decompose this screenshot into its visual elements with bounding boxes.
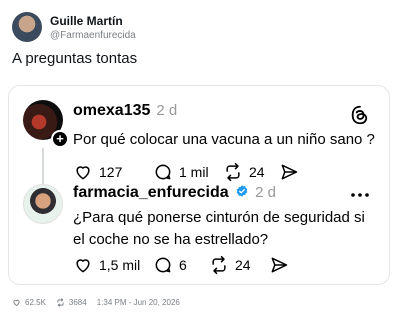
repost-icon [226, 162, 240, 182]
tweet-retweet-count: 3684 [68, 298, 87, 307]
tweet-text: A preguntas tontas [12, 50, 138, 67]
repost-button[interactable]: 24 [223, 161, 265, 183]
tweet-timestamp: 1:34 PM - Jun 20, 2026 [96, 298, 180, 307]
heart-icon [76, 166, 90, 180]
tweet-header: Guille Martín @Farmaenfurecida [12, 10, 388, 46]
share-button[interactable] [269, 254, 289, 276]
verified-badge-icon [236, 185, 248, 197]
repost-count: 24 [249, 164, 265, 180]
tweet-footer: 62.5K 3684 1:34 PM - Jun 20, 2026 [12, 298, 180, 307]
post-time: 2 d [255, 184, 276, 201]
comment-icon [155, 164, 171, 180]
threads-post-reply[interactable]: farmacia_enfurecida 2 d ¿Para qué poners… [9, 184, 389, 284]
like-count: 1,5 mil [99, 257, 141, 273]
share-button[interactable] [279, 161, 299, 183]
heart-icon[interactable] [12, 298, 21, 307]
comment-count: 6 [179, 257, 187, 273]
like-count: 127 [99, 164, 123, 180]
threads-logo-icon [351, 105, 368, 125]
tweet-like-count: 62.5K [25, 298, 46, 307]
repost-button[interactable]: 24 [209, 254, 251, 276]
comment-icon [155, 257, 171, 273]
send-icon [281, 164, 298, 180]
post-username[interactable]: farmacia_enfurecida 2 d [73, 184, 276, 202]
post-actions: 127 1 mil 24 [73, 161, 333, 183]
author-handle[interactable]: @Farmaenfurecida [50, 30, 136, 41]
retweet-icon[interactable] [56, 298, 65, 307]
comment-count: 1 mil [179, 164, 209, 180]
post-actions: 1,5 mil 6 24 [73, 254, 333, 276]
heart-icon [76, 259, 90, 273]
follow-plus-icon[interactable]: + [51, 130, 69, 148]
post-time: 2 d [156, 102, 178, 119]
embedded-threads-card[interactable]: + omexa135 2 d Por qué colocar una vacuna… [8, 85, 390, 285]
more-options-icon[interactable] [349, 186, 371, 204]
author-name[interactable]: Guille Martín [50, 14, 123, 28]
author-avatar[interactable] [12, 12, 42, 42]
repost-count: 24 [235, 257, 251, 273]
comment-button[interactable]: 1 mil [153, 161, 209, 183]
repost-icon [212, 255, 226, 275]
post-text: Por qué colocar una vacuna a un niño san… [73, 131, 375, 148]
post-text: ¿Para qué ponerse cinturón de seguridad … [73, 209, 365, 248]
like-button[interactable]: 127 [73, 161, 122, 183]
send-icon [271, 257, 288, 273]
post-avatar[interactable] [23, 184, 63, 224]
post-username[interactable]: omexa135 2 d [73, 102, 177, 120]
threads-post-original[interactable]: + omexa135 2 d Por qué colocar una vacuna… [9, 92, 389, 184]
like-button[interactable]: 1,5 mil [73, 254, 140, 276]
comment-button[interactable]: 6 [153, 254, 187, 276]
